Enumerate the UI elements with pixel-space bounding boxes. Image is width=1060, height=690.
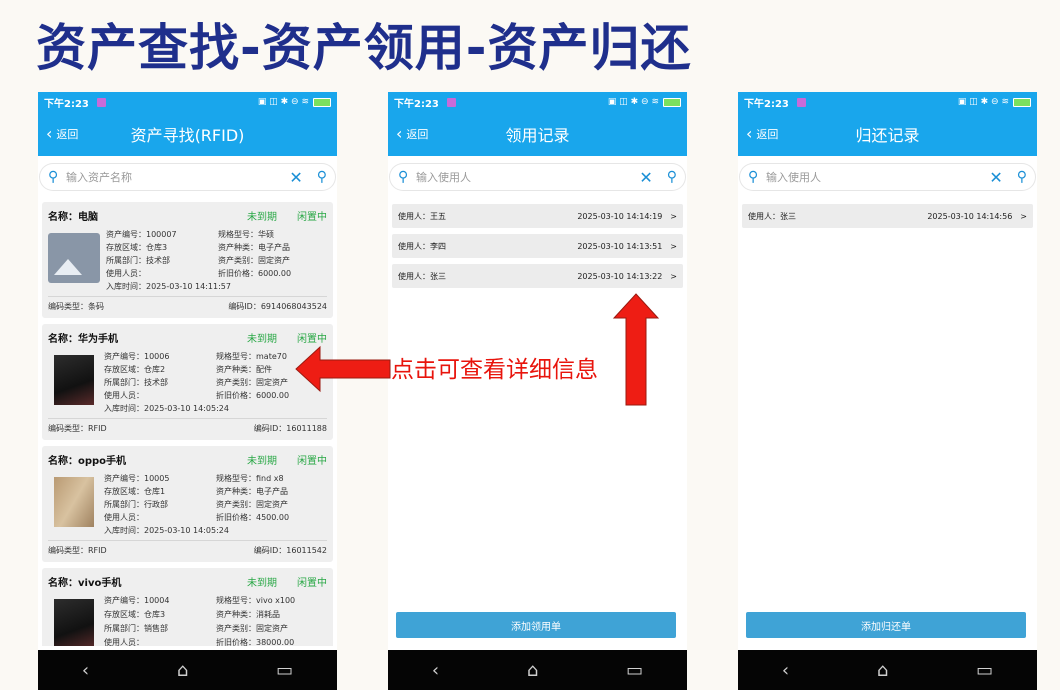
annotation-arrows: [295, 293, 660, 406]
annotation-text: 点击可查看详细信息: [391, 357, 598, 383]
left-arrow-icon: [295, 345, 391, 393]
up-arrow-icon: [612, 293, 660, 406]
